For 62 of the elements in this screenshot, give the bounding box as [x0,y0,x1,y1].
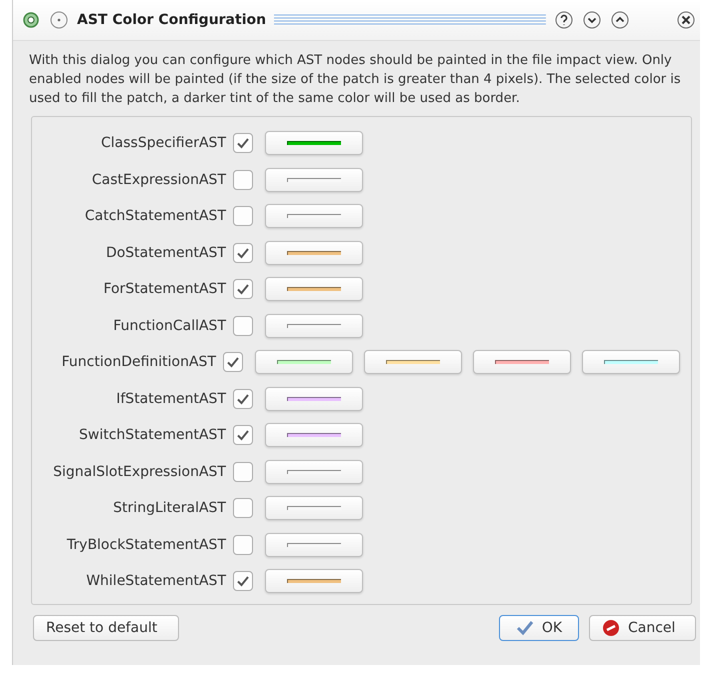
checkbox[interactable] [233,206,253,226]
checkbox[interactable] [233,279,253,300]
checkbox[interactable] [223,352,243,372]
close-icon[interactable] [676,10,696,30]
check-icon [236,246,250,260]
node-label: WhileStatementAST [85,573,228,590]
cancel-icon [602,618,620,636]
menu-icon[interactable] [49,10,69,30]
color-button[interactable] [265,277,363,302]
check-icon [516,620,534,636]
checkbox[interactable] [233,498,253,518]
color-button[interactable] [265,532,363,557]
ok-button[interactable]: OK [499,614,579,640]
node-label: IfStatementAST [115,390,228,407]
checkbox[interactable] [233,170,253,190]
check-icon [236,136,250,150]
color-button[interactable] [265,496,363,520]
node-label: TryBlockStatementAST [66,536,228,553]
node-label: FunctionDefinitionAST [60,354,218,370]
cancel-button[interactable]: Cancel [589,614,696,640]
color-button[interactable] [265,168,363,192]
color-button[interactable] [265,204,363,228]
maximize-icon[interactable] [610,10,630,30]
color-button[interactable] [255,350,353,374]
color-button[interactable] [473,350,571,374]
checkbox[interactable] [233,462,253,482]
color-button[interactable] [582,350,680,374]
node-label: ClassSpecifierAST [100,135,228,152]
check-icon [236,574,250,588]
description-text: With this dialog you can configure which AST nodes should be painted in the file impact view. Only enabled nodes will be painted (if the size of the patch is greater than 4 pixels). The selected color is used to fill the patch, a darker tint of the same color will be used as border. [29,52,682,108]
app-icon [21,10,41,30]
node-label: CatchStatementAST [84,208,228,224]
color-button[interactable] [265,423,363,448]
checkbox[interactable] [233,316,253,336]
node-label: CastExpressionAST [90,172,228,188]
node-label: ForStatementAST [102,281,228,298]
color-button[interactable] [265,314,363,338]
color-button[interactable] [265,386,363,411]
check-icon [226,355,240,370]
checkbox[interactable] [233,242,253,263]
node-label: SignalSlotExpressionAST [52,464,227,480]
check-icon [236,282,250,296]
check-icon [236,428,250,442]
node-label: FunctionCallAST [112,318,228,334]
checkbox[interactable] [233,133,253,154]
reset-button[interactable]: Reset to default [33,614,179,640]
color-button[interactable] [364,350,462,374]
help-icon[interactable] [554,10,574,30]
color-button[interactable] [265,569,363,594]
checkbox[interactable] [233,534,253,555]
node-label: DoStatementAST [104,244,227,261]
minimize-icon[interactable] [582,10,602,30]
checkbox[interactable] [233,571,253,592]
check-icon [236,392,250,406]
color-button[interactable] [265,131,363,156]
color-button[interactable] [265,240,363,265]
node-label: SwitchStatementAST [78,427,227,444]
node-label: StringLiteralAST [112,500,227,516]
checkbox[interactable] [233,425,253,446]
checkbox[interactable] [233,388,253,409]
window-title: AST Color Configuration [77,12,266,28]
color-button[interactable] [265,460,363,484]
